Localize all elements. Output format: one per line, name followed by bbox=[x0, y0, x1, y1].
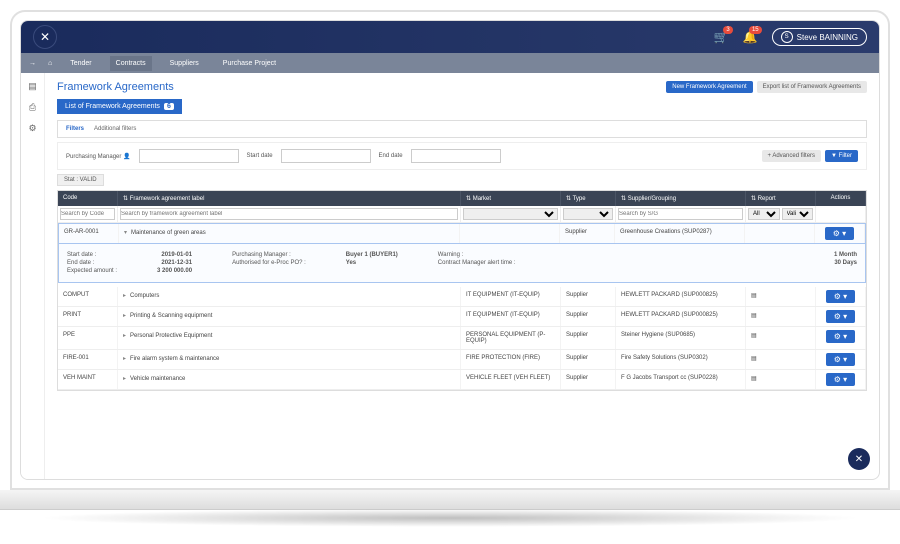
start-date-label: Start date bbox=[247, 153, 273, 159]
row-actions-button[interactable]: ⚙ ▾ bbox=[826, 373, 855, 386]
row-actions-button[interactable]: ⚙ ▾ bbox=[826, 290, 855, 303]
side-rail: ▤ ⎙ ⚙ bbox=[21, 73, 45, 479]
doc-icon[interactable]: ▤ bbox=[28, 81, 37, 92]
laptop-base bbox=[0, 490, 900, 510]
page-title: Framework Agreements bbox=[57, 81, 174, 93]
row-actions-button[interactable]: ⚙ ▾ bbox=[826, 330, 855, 343]
nav-purchase-project[interactable]: Purchase Project bbox=[217, 56, 282, 71]
row-actions-button[interactable]: ⚙ ▾ bbox=[826, 310, 855, 323]
table-row[interactable]: VEH MAINT▸Vehicle maintenanceVEHICLE FLE… bbox=[58, 370, 866, 390]
filter-supplier-input[interactable] bbox=[618, 208, 743, 220]
row-actions-button[interactable]: ⚙ ▾ bbox=[825, 227, 854, 240]
table-row[interactable]: PPE▸Personal Protective EquipmentPERSONA… bbox=[58, 327, 866, 350]
col-code[interactable]: Code bbox=[58, 191, 118, 206]
advanced-filters-button[interactable]: + Advanced filters bbox=[762, 150, 822, 162]
cart-icon[interactable]: 🛒 3 bbox=[714, 30, 729, 44]
col-actions: Actions bbox=[816, 191, 866, 206]
filter-market-select[interactable] bbox=[463, 208, 558, 220]
filter-label-input[interactable] bbox=[120, 208, 458, 220]
nav-home-icon[interactable]: ⌂ bbox=[48, 60, 52, 67]
col-type[interactable]: ⇅ Type bbox=[561, 191, 616, 206]
app-logo[interactable]: ✕ bbox=[33, 25, 57, 49]
chevron-right-icon: ▸ bbox=[123, 333, 126, 339]
filter-report-valid[interactable]: Valid bbox=[782, 208, 814, 220]
new-framework-button[interactable]: New Framework Agreement bbox=[666, 81, 752, 93]
chevron-right-icon: ▸ bbox=[123, 356, 126, 362]
chevron-right-icon: ▸ bbox=[123, 313, 126, 319]
end-date-input[interactable] bbox=[411, 149, 501, 163]
main-nav: → ⌂ Tender Contracts Suppliers Purchase … bbox=[21, 53, 879, 73]
nav-back-icon[interactable]: → bbox=[29, 60, 36, 67]
chevron-right-icon: ▸ bbox=[123, 376, 126, 382]
table-row[interactable]: FIRE-001▸Fire alarm system & maintenance… bbox=[58, 350, 866, 370]
filter-button[interactable]: ▼ Filter bbox=[825, 150, 858, 162]
table-header: Code ⇅ Framework agreement label ⇅ Marke… bbox=[58, 191, 866, 206]
pm-input[interactable] bbox=[139, 149, 239, 163]
col-label[interactable]: ⇅ Framework agreement label bbox=[118, 191, 461, 206]
additional-filters-tab[interactable]: Additional filters bbox=[94, 126, 136, 132]
filter-code-input[interactable] bbox=[60, 208, 115, 220]
filter-report-all[interactable]: All bbox=[748, 208, 780, 220]
col-report[interactable]: ⇅ Report bbox=[746, 191, 816, 206]
nav-tender[interactable]: Tender bbox=[64, 56, 97, 71]
table-filter-row: AllValid bbox=[58, 206, 866, 223]
row-actions-button[interactable]: ⚙ ▾ bbox=[826, 353, 855, 366]
pm-label: Purchasing Manager 👤 bbox=[66, 153, 131, 160]
print-icon[interactable]: ⎙ bbox=[29, 102, 36, 113]
filters-tab[interactable]: Filters bbox=[66, 126, 84, 132]
user-menu[interactable]: S Steve BAINNING bbox=[772, 28, 867, 46]
table-row[interactable]: COMPUT▸ComputersIT EQUIPMENT (IT-EQUIP)S… bbox=[58, 287, 866, 307]
stat-chip[interactable]: Stat : VALID bbox=[57, 174, 104, 186]
bell-badge: 15 bbox=[749, 26, 762, 34]
chevron-right-icon: ▸ bbox=[123, 293, 126, 299]
export-list-button[interactable]: Export list of Framework Agreements bbox=[757, 81, 867, 93]
table-row[interactable]: GR-AR-0001 ▾Maintenance of green areas S… bbox=[58, 223, 866, 244]
col-supplier[interactable]: ⇅ Supplier/Grouping bbox=[616, 191, 746, 206]
bell-icon[interactable]: 🔔 15 bbox=[743, 30, 758, 44]
user-avatar: S bbox=[781, 31, 793, 43]
frameworks-table: Code ⇅ Framework agreement label ⇅ Marke… bbox=[57, 190, 867, 391]
end-date-label: End date bbox=[379, 153, 403, 159]
chevron-down-icon: ▾ bbox=[124, 230, 127, 236]
settings-icon[interactable]: ⚙ bbox=[28, 123, 36, 134]
user-name: Steve BAINNING bbox=[797, 33, 858, 42]
start-date-input[interactable] bbox=[281, 149, 371, 163]
table-row[interactable]: PRINT▸Printing & Scanning equipmentIT EQ… bbox=[58, 307, 866, 327]
filter-type-select[interactable] bbox=[563, 208, 613, 220]
col-market[interactable]: ⇅ Market bbox=[461, 191, 561, 206]
nav-contracts[interactable]: Contracts bbox=[110, 56, 152, 71]
filter-row: Purchasing Manager 👤 Start date End date… bbox=[57, 142, 867, 170]
row-detail-panel: Start date : End date : Expected amount … bbox=[58, 244, 866, 283]
tab-count-badge: 6 bbox=[164, 103, 174, 110]
tab-list-frameworks[interactable]: List of Framework Agreements 6 bbox=[57, 99, 182, 114]
fab-button[interactable]: ✕ bbox=[848, 448, 870, 470]
app-header: ✕ 🛒 3 🔔 15 S Steve BAINNING bbox=[21, 21, 879, 53]
nav-suppliers[interactable]: Suppliers bbox=[164, 56, 205, 71]
cart-badge: 3 bbox=[723, 26, 732, 34]
filter-tabs: Filters Additional filters bbox=[57, 120, 867, 138]
